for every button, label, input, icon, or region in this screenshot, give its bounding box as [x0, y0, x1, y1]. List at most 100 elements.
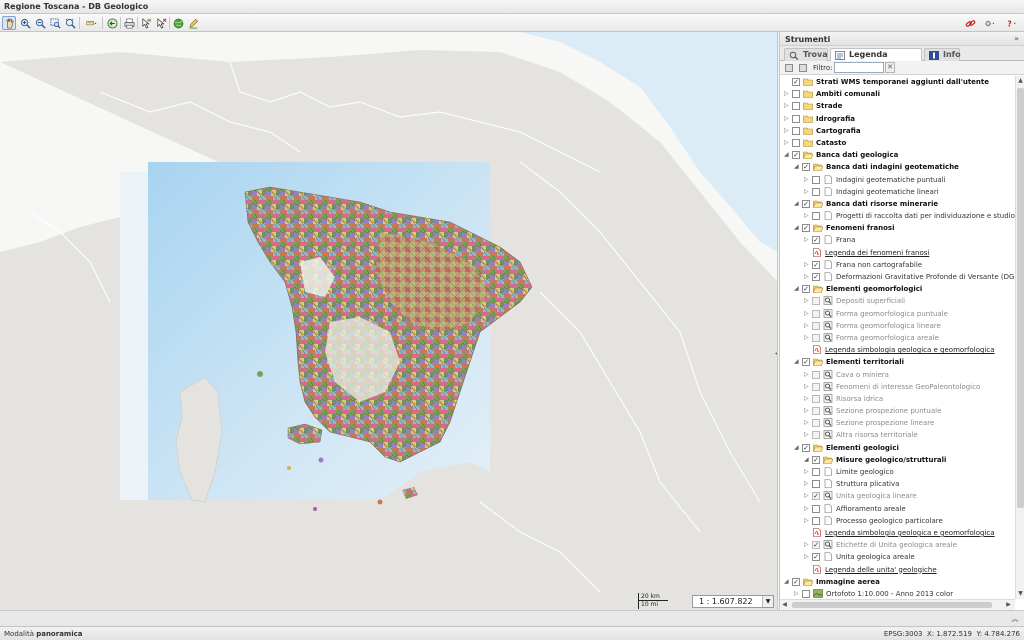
layer-tree-row[interactable]: ◢ ✓ Banca dati geologica: [780, 149, 1015, 161]
layer-tree-row[interactable]: ▷ Risorsa idrica: [780, 393, 1015, 405]
layer-tree-row[interactable]: ▷ Sezione prospezione puntuale: [780, 405, 1015, 417]
layer-tree-row[interactable]: Legenda delle unita' geologiche: [780, 564, 1015, 576]
expand-arrow-icon[interactable]: ▷: [804, 322, 810, 330]
expand-arrow-icon[interactable]: ▷: [804, 383, 810, 391]
layer-checkbox[interactable]: ✓: [802, 358, 810, 367]
layer-checkbox[interactable]: [792, 90, 800, 99]
back-icon[interactable]: [105, 16, 119, 30]
layer-tree-row[interactable]: ▷ Altra risorsa territoriale: [780, 429, 1015, 441]
layer-checkbox[interactable]: ✓: [792, 78, 800, 86]
layer-checkbox[interactable]: [802, 589, 810, 598]
layer-tree-row[interactable]: ▷ Cartografia: [780, 125, 1015, 137]
layer-tree-row[interactable]: ▷ Indagini geotematiche puntuali: [780, 174, 1015, 186]
layer-checkbox[interactable]: [812, 407, 820, 416]
tab-legenda-interattiva[interactable]: Legenda interattiva: [830, 48, 922, 71]
collapse-arrow-icon[interactable]: ◢: [804, 456, 810, 464]
deselect-features-icon[interactable]: [154, 16, 168, 30]
layer-checkbox[interactable]: [812, 468, 820, 476]
help-dropdown-icon[interactable]: ?: [1002, 16, 1020, 30]
link-icon[interactable]: [963, 16, 977, 30]
expand-arrow-icon[interactable]: ▷: [804, 212, 810, 220]
layer-tree-row[interactable]: ▷ Sezione prospezione lineare: [780, 417, 1015, 429]
layer-checkbox[interactable]: [812, 212, 820, 221]
expand-arrow-icon[interactable]: ▷: [784, 127, 790, 135]
map-canvas[interactable]: 20 km 10 mi 1 : 1.607.822 ▼ ◂: [0, 32, 778, 610]
layer-checkbox[interactable]: [792, 102, 800, 111]
collapse-arrow-icon[interactable]: ◢: [794, 163, 800, 171]
collapse-panel-icon[interactable]: »: [1014, 34, 1019, 43]
legend-pdf-link[interactable]: Legenda delle unita' geologiche: [825, 565, 937, 575]
layer-tree-row[interactable]: ▷ ✓ Frana: [780, 234, 1015, 246]
layer-tree-row[interactable]: ▷ Catasto: [780, 137, 1015, 149]
layer-checkbox[interactable]: [792, 114, 800, 123]
tree-horizontal-scrollbar[interactable]: ◀ ▶: [780, 599, 1015, 610]
layer-checkbox[interactable]: [812, 321, 820, 330]
expand-arrow-icon[interactable]: ▷: [804, 261, 810, 269]
layer-tree-row[interactable]: ▷ Ambiti comunali: [780, 88, 1015, 100]
expand-arrow-icon[interactable]: ▷: [784, 90, 790, 98]
collapse-arrow-icon[interactable]: ◢: [794, 358, 800, 366]
expand-arrow-icon[interactable]: ▷: [804, 468, 810, 476]
settings-dropdown-icon[interactable]: [980, 16, 998, 30]
layer-tree-row[interactable]: ◢ ✓ Fenomeni franosi: [780, 222, 1015, 234]
layer-checkbox[interactable]: [792, 126, 800, 135]
layer-tree-row[interactable]: ▷ Cava o miniera: [780, 369, 1015, 381]
collapse-all-icon[interactable]: [799, 64, 807, 72]
layer-tree-row[interactable]: ▷ Processo geologico particolare: [780, 515, 1015, 527]
expand-arrow-icon[interactable]: ▷: [804, 553, 810, 561]
zoom-in-icon[interactable]: [18, 16, 32, 30]
expand-arrow-icon[interactable]: ▷: [804, 371, 810, 379]
layer-checkbox[interactable]: ✓: [802, 285, 810, 294]
scroll-left-icon[interactable]: ◀: [780, 600, 789, 610]
zoom-out-icon[interactable]: [33, 16, 47, 30]
expand-arrow-icon[interactable]: ▷: [804, 431, 810, 439]
panel-splitter-handle[interactable]: ◂: [775, 350, 777, 358]
zoom-extent-icon[interactable]: [63, 16, 77, 30]
layer-tree-row[interactable]: ▷ Forma geomorfologica puntuale: [780, 308, 1015, 320]
layer-checkbox[interactable]: ✓: [812, 236, 820, 245]
expand-arrow-icon[interactable]: ▷: [804, 517, 810, 525]
expand-arrow-icon[interactable]: ▷: [804, 297, 810, 305]
tab-info[interactable]: Info: [924, 48, 961, 61]
collapse-arrow-icon[interactable]: ◢: [794, 444, 800, 452]
expand-arrow-icon[interactable]: ▷: [794, 590, 800, 598]
tree-vertical-scrollbar[interactable]: ▲ ▼: [1015, 76, 1024, 599]
layer-tree-row[interactable]: ▷ ✓ Deformazioni Gravitative Profonde di V…: [780, 271, 1015, 283]
expand-arrow-icon[interactable]: ▷: [804, 492, 810, 500]
layer-tree-row[interactable]: ▷ Depositi superficiali: [780, 295, 1015, 307]
layer-checkbox[interactable]: [812, 431, 820, 440]
layer-checkbox[interactable]: ✓: [802, 163, 810, 172]
layer-checkbox[interactable]: ✓: [802, 443, 810, 452]
scroll-up-icon[interactable]: ▲: [1016, 76, 1024, 85]
measure-dropdown-icon[interactable]: [82, 16, 100, 30]
expand-arrow-icon[interactable]: ▷: [784, 139, 790, 147]
layer-tree-row[interactable]: ▷ Fenomeni di interesse GeoPaleontologico: [780, 381, 1015, 393]
expand-arrow-icon[interactable]: ▷: [804, 395, 810, 403]
collapse-arrow-icon[interactable]: ◢: [784, 151, 790, 159]
clear-filter-icon[interactable]: ✕: [885, 62, 895, 73]
layer-checkbox[interactable]: [812, 297, 820, 306]
scroll-right-icon[interactable]: ▶: [1004, 600, 1013, 610]
layer-tree-row[interactable]: ▷ ✓ Etichette di Unita geologica areale: [780, 539, 1015, 551]
layer-checkbox[interactable]: ✓: [792, 151, 800, 160]
expand-arrow-icon[interactable]: ▷: [804, 236, 810, 244]
layer-checkbox[interactable]: [812, 419, 820, 428]
layer-tree-row[interactable]: ▷ Affioramento areale: [780, 503, 1015, 515]
layer-tree-row[interactable]: ✓ Strati WMS temporanei aggiunti dall'ute…: [780, 76, 1015, 88]
layer-checkbox[interactable]: ✓: [812, 553, 820, 562]
layer-checkbox[interactable]: ✓: [802, 199, 810, 208]
collapse-arrow-icon[interactable]: ◢: [794, 200, 800, 208]
layer-tree-row[interactable]: Legenda dei fenomeni franosi: [780, 247, 1015, 259]
layer-tree-row[interactable]: ▷ Limite geologico: [780, 466, 1015, 478]
globe-icon[interactable]: [171, 16, 185, 30]
collapse-arrow-icon[interactable]: ◢: [784, 578, 790, 586]
layer-tree-row[interactable]: ◢ ✓ Elementi territoriali: [780, 356, 1015, 368]
layer-tree-row[interactable]: ▷ Indagini geotematiche lineari: [780, 186, 1015, 198]
layer-tree-row[interactable]: ▷ Forma geomorfologica lineare: [780, 320, 1015, 332]
layer-checkbox[interactable]: [812, 394, 820, 403]
layer-checkbox[interactable]: ✓: [812, 455, 820, 464]
filter-input[interactable]: [834, 62, 884, 73]
layer-tree-row[interactable]: ▷ Strade: [780, 100, 1015, 112]
layer-checkbox[interactable]: ✓: [812, 492, 820, 501]
layer-tree-row[interactable]: ▷ ✓ Frana non cartografabile: [780, 259, 1015, 271]
